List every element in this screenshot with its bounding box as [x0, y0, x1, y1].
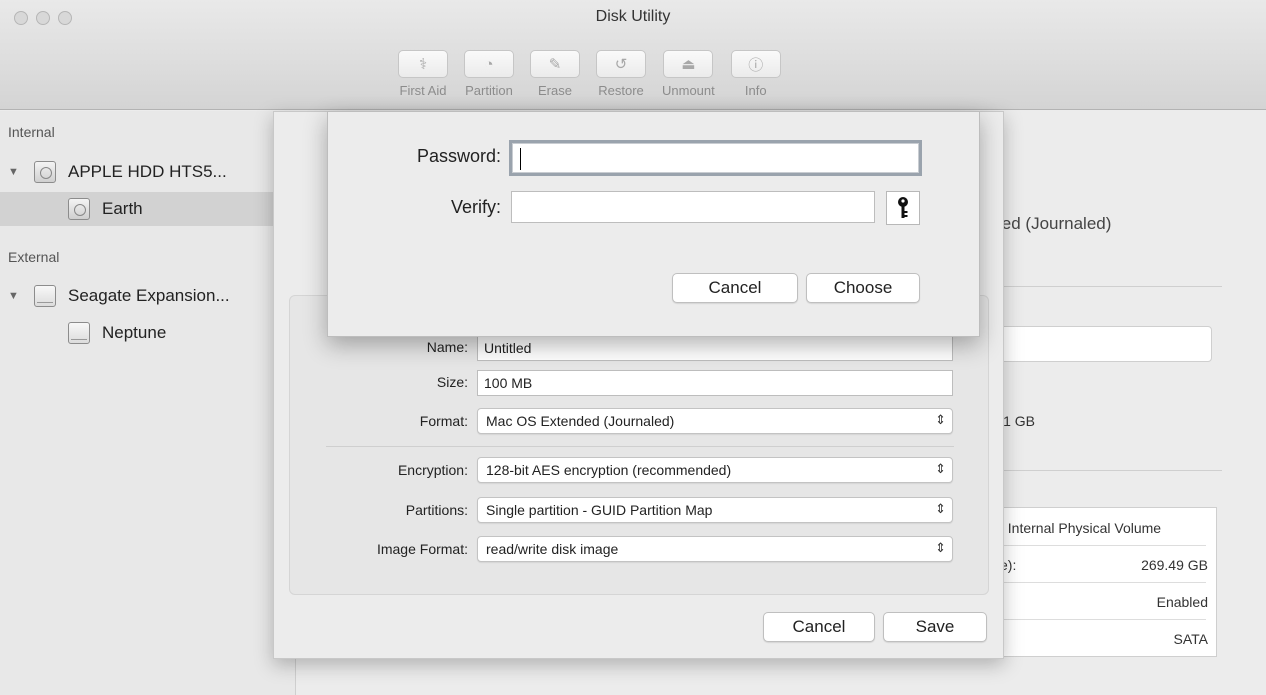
password-field[interactable]	[509, 140, 922, 176]
sidebar: Internal ▼ APPLE HDD HTS5... Earth Exter…	[0, 111, 296, 695]
volume-icon	[68, 322, 90, 344]
format-label: Format:	[419, 413, 468, 429]
partitions-value: Single partition - GUID Partition Map	[486, 502, 713, 518]
info-row-type: \ Internal Physical Volume	[1000, 520, 1162, 536]
capacity-text: l1 GB	[1000, 413, 1036, 429]
info-icon[interactable]: ⓘ	[730, 50, 781, 78]
name-field[interactable]: Untitled	[477, 335, 953, 361]
toolbar-first-aid[interactable]: ⚕ First Aid	[398, 50, 448, 98]
first-aid-label: First Aid	[399, 83, 447, 98]
info-row-value: SATA	[1173, 631, 1209, 647]
partitions-label: Partitions:	[405, 502, 468, 518]
image-format-popup[interactable]: read/write disk image ⇕	[477, 536, 953, 562]
volume-icon	[68, 198, 90, 220]
external-disk-icon	[34, 285, 56, 307]
toolbar-unmount[interactable]: ⏏ Unmount	[662, 50, 715, 98]
info-table: \ Internal Physical Volume e): 269.49 GB…	[985, 507, 1217, 657]
toolbar-restore[interactable]: ↺ Restore	[596, 50, 646, 98]
format-value: Mac OS Extended (Journaled)	[486, 413, 675, 429]
first-aid-icon[interactable]: ⚕	[398, 50, 448, 78]
sidebar-item-label: Earth	[102, 199, 143, 218]
verify-field[interactable]	[511, 191, 875, 223]
restore-icon[interactable]: ↺	[596, 50, 646, 78]
popup-arrows-icon: ⇕	[935, 412, 946, 427]
sidebar-item-external-disk[interactable]: ▼ Seagate Expansion...	[0, 279, 296, 313]
key-icon	[898, 197, 908, 218]
info-row-value: Enabled	[1156, 594, 1208, 610]
info-label: Info	[744, 83, 767, 98]
volume-format-text: led (Journaled)	[998, 214, 1112, 233]
sidebar-item-label: APPLE HDD HTS5...	[68, 162, 227, 181]
partition-label: Partition	[465, 83, 513, 98]
dialog-cancel-button[interactable]: Cancel	[672, 273, 798, 303]
text-cursor	[520, 148, 521, 170]
format-popup[interactable]: Mac OS Extended (Journaled) ⇕	[477, 408, 953, 434]
sidebar-item-neptune[interactable]: Neptune	[0, 316, 296, 350]
toolbar: ⚕ First Aid ◔ Partition ✎ Erase ↺ Restor…	[398, 50, 797, 98]
usage-bar	[998, 326, 1212, 362]
sidebar-item-label: Neptune	[102, 323, 167, 342]
divider	[998, 470, 1222, 471]
choose-button[interactable]: Choose	[806, 273, 920, 303]
encryption-popup[interactable]: 128-bit AES encryption (recommended) ⇕	[477, 457, 953, 483]
encryption-label: Encryption:	[397, 462, 468, 478]
divider	[986, 582, 1206, 583]
erase-icon[interactable]: ✎	[530, 50, 580, 78]
divider	[998, 286, 1222, 287]
sidebar-section-internal: Internal	[8, 124, 55, 140]
partition-icon[interactable]: ◔	[464, 50, 514, 78]
internal-disk-icon	[34, 161, 56, 183]
password-label: Password:	[416, 146, 501, 166]
disclosure-triangle-icon[interactable]: ▼	[8, 166, 20, 178]
toolbar-info[interactable]: ⓘ Info	[730, 50, 781, 98]
toolbar-partition[interactable]: ◔ Partition	[464, 50, 514, 98]
disclosure-triangle-icon[interactable]: ▼	[8, 290, 20, 302]
sidebar-item-internal-disk[interactable]: ▼ APPLE HDD HTS5...	[0, 155, 296, 189]
sidebar-item-earth[interactable]: Earth	[0, 192, 296, 226]
divider	[326, 446, 954, 447]
popup-arrows-icon: ⇕	[935, 501, 946, 516]
image-format-value: read/write disk image	[486, 541, 619, 557]
sidebar-section-external: External	[8, 249, 60, 265]
popup-arrows-icon: ⇕	[935, 540, 946, 555]
image-format-label: Image Format:	[376, 541, 468, 557]
toolbar-erase[interactable]: ✎ Erase	[530, 50, 580, 98]
save-button[interactable]: Save	[883, 612, 987, 642]
password-assistant-button[interactable]	[886, 191, 920, 225]
window-title: Disk Utility	[595, 8, 671, 25]
info-row-value: 269.49 GB	[1141, 557, 1208, 573]
size-field[interactable]: 100 MB	[477, 370, 953, 396]
name-label: Name:	[426, 339, 468, 355]
popup-arrows-icon: ⇕	[935, 461, 946, 476]
size-label: Size:	[436, 374, 468, 390]
sidebar-item-label: Seagate Expansion...	[68, 286, 230, 305]
verify-label: Verify:	[450, 197, 501, 217]
sheet-cancel-button[interactable]: Cancel	[763, 612, 875, 642]
divider	[986, 545, 1206, 546]
encryption-value: 128-bit AES encryption (recommended)	[486, 462, 732, 478]
unmount-label: Unmount	[662, 83, 715, 98]
restore-label: Restore	[598, 83, 644, 98]
window-titlebar: Disk Utility ⚕ First Aid ◔ Partition ✎ E…	[0, 0, 1266, 110]
divider	[986, 619, 1206, 620]
partitions-popup[interactable]: Single partition - GUID Partition Map ⇕	[477, 497, 953, 523]
unmount-icon[interactable]: ⏏	[663, 50, 714, 78]
erase-label: Erase	[538, 83, 572, 98]
